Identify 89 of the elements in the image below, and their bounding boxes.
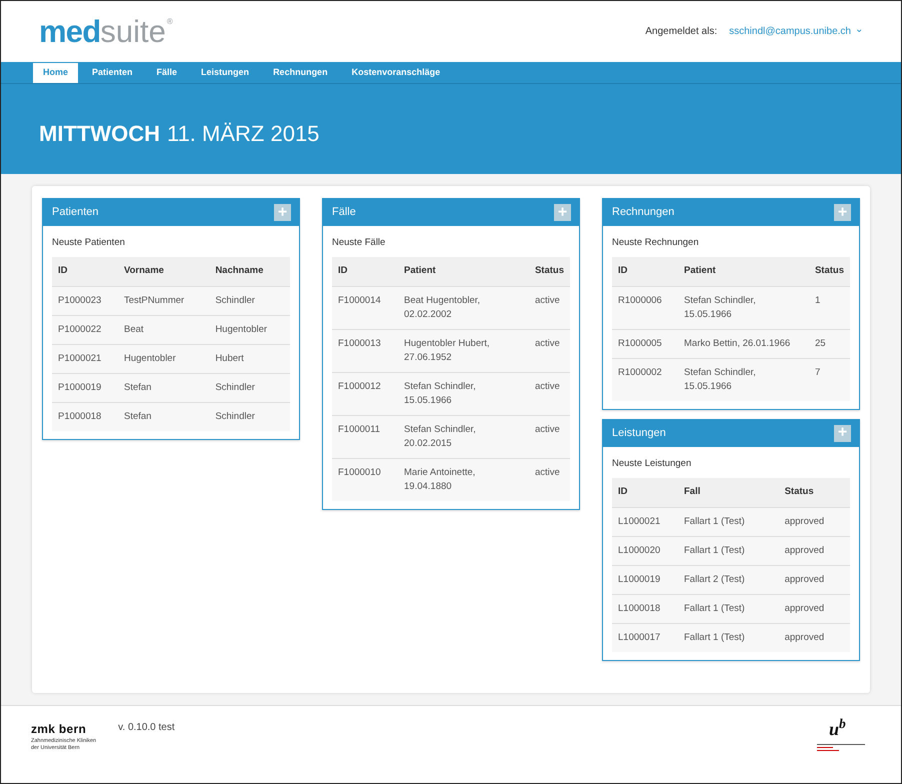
table-cell: approved <box>778 507 850 536</box>
column-header: Nachname <box>209 257 290 286</box>
panel-title: Fälle <box>332 205 356 220</box>
version-text: v. 0.10.0 test <box>118 721 175 735</box>
table-cell: L1000021 <box>612 507 678 536</box>
table-cell: Fallart 1 (Test) <box>678 623 779 652</box>
table-cell: P1000019 <box>52 373 118 402</box>
table-cell: Hugentobler Hubert, 27.06.1952 <box>398 329 529 372</box>
table-cell: P1000018 <box>52 402 118 431</box>
column-header: ID <box>612 257 678 286</box>
table-cell: 1 <box>808 286 850 330</box>
table-cell: Schindler <box>209 402 290 431</box>
table-cell: F1000011 <box>332 415 398 458</box>
table-cell: Fallart 1 (Test) <box>678 507 779 536</box>
table-cell: Hugentobler <box>118 344 210 374</box>
column-header: ID <box>332 257 398 286</box>
table-cell: TestPNummer <box>118 286 210 316</box>
table-cell: Hubert <box>209 344 290 374</box>
nav-tab[interactable]: Patienten <box>82 63 143 83</box>
table-cell: L1000019 <box>612 565 678 594</box>
nav-tab[interactable]: Kostenvoranschläge <box>342 63 450 83</box>
medsuite-logo[interactable]: medsuite® <box>39 16 173 47</box>
table-cell: Beat Hugentobler, 02.02.2002 <box>398 286 529 330</box>
column-header: ID <box>52 257 118 286</box>
table-cell: P1000022 <box>52 315 118 344</box>
table-cell: Stefan <box>118 402 210 431</box>
table-cell: Marko Bettin, 26.01.1966 <box>678 329 809 358</box>
column-header: Status <box>808 257 850 286</box>
date-title-date: 11. MÄRZ 2015 <box>166 120 320 148</box>
column-header: ID <box>612 478 678 507</box>
table-cell: active <box>528 286 570 330</box>
panel-subtitle: Neuste Rechnungen <box>612 236 700 250</box>
table-cell: active <box>528 329 570 372</box>
table-cell: F1000010 <box>332 458 398 501</box>
table-cell: F1000012 <box>332 372 398 416</box>
nav-tab[interactable]: Home <box>33 63 78 83</box>
logged-in-label: Angemeldet als: <box>645 25 718 39</box>
university-logo: u$^{b}$ <box>829 720 846 738</box>
table-cell: active <box>528 458 570 501</box>
column-header: Vorname <box>118 257 210 286</box>
column-header: Patient <box>678 257 809 286</box>
table-cell: approved <box>778 594 850 623</box>
table-cell: Fallart 1 (Test) <box>678 536 779 565</box>
date-title-weekday: MITTWOCH <box>39 120 160 148</box>
table-cell: Hugentobler <box>209 315 290 344</box>
table-cell: approved <box>778 623 850 652</box>
table-cell: 25 <box>808 329 850 358</box>
column-header: Status <box>528 257 570 286</box>
table-cell: F1000013 <box>332 329 398 372</box>
table-cell: L1000020 <box>612 536 678 565</box>
org-name: zmk bern <box>31 721 88 738</box>
column-header: Fall <box>678 478 779 507</box>
table-cell: Stefan Schindler, 15.05.1966 <box>678 358 809 401</box>
column-header: Status <box>778 478 850 507</box>
table-cell: Marie Antoinette, 19.04.1880 <box>398 458 529 501</box>
table-cell: 7 <box>808 358 850 401</box>
panel-subtitle: Neuste Patienten <box>52 236 126 250</box>
table-cell: Fallart 2 (Test) <box>678 565 779 594</box>
nav-tab[interactable]: Fälle <box>146 63 188 83</box>
table-cell: R1000002 <box>612 358 678 401</box>
table-cell: P1000023 <box>52 286 118 316</box>
table-cell: approved <box>778 536 850 565</box>
table-cell: Schindler <box>209 373 290 402</box>
table-cell: F1000014 <box>332 286 398 330</box>
table-cell: Fallart 1 (Test) <box>678 594 779 623</box>
column-header: Patient <box>398 257 529 286</box>
table-cell: L1000018 <box>612 594 678 623</box>
table-cell: Beat <box>118 315 210 344</box>
table-cell: R1000005 <box>612 329 678 358</box>
table-cell: Stefan Schindler, 15.05.1966 <box>678 286 809 330</box>
table-cell: active <box>528 372 570 416</box>
table-cell: L1000017 <box>612 623 678 652</box>
table-cell: P1000021 <box>52 344 118 374</box>
table-cell: Stefan Schindler, 20.02.2015 <box>398 415 529 458</box>
panel-subtitle: Neuste Leistungen <box>612 456 692 471</box>
table-cell: Stefan <box>118 373 210 402</box>
table-cell: R1000006 <box>612 286 678 330</box>
nav-tab[interactable]: Rechnungen <box>263 63 338 83</box>
panel-title: Leistungen <box>612 426 666 441</box>
table-cell: approved <box>778 565 850 594</box>
panel-subtitle: Neuste Fälle <box>332 236 386 250</box>
panel-title: Rechnungen <box>612 205 674 220</box>
table-cell: Schindler <box>209 286 290 316</box>
nav-tab[interactable]: Leistungen <box>191 63 260 83</box>
table-cell: Stefan Schindler, 15.05.1966 <box>398 372 529 416</box>
logo-lines-drawing <box>817 744 865 754</box>
user-menu-link[interactable]: sschindl@campus.unibe.ch ⌄ <box>729 24 863 39</box>
table-cell: active <box>528 415 570 458</box>
panel-title: Patienten <box>52 205 98 220</box>
